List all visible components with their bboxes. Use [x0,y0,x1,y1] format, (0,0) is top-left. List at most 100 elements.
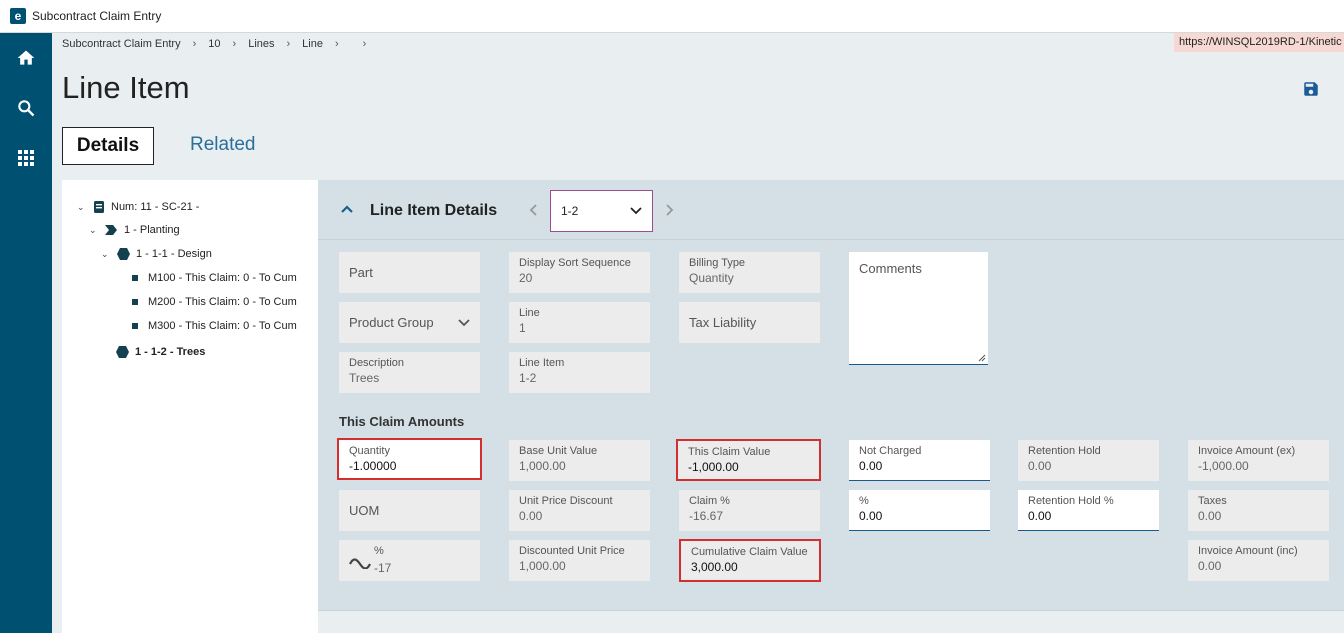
line-item-field[interactable]: Line Item 1-2 [509,352,650,393]
comments-label: Comments [859,261,922,276]
chevron-up-icon[interactable] [340,202,354,216]
breadcrumb-item[interactable]: Line [302,38,323,50]
tree-node[interactable]: ⌄ Num: 11 - SC-21 - [77,200,199,214]
breadcrumb-separator: › [192,38,197,50]
cumulative-claim-value-field[interactable]: Cumulative Claim Value 3,000.00 [679,539,821,582]
tree-node[interactable]: ⌄ 1 - Planting [89,224,180,236]
chevron-down-icon[interactable]: ⌄ [89,225,101,236]
line-field[interactable]: Line 1 [509,302,650,343]
not-charged-value: 0.00 [859,459,883,473]
product-group-dropdown[interactable]: Product Group [339,302,480,343]
invoice-amount-inc-value: 0.00 [1198,559,1222,573]
chevron-down-icon[interactable]: ⌄ [77,202,89,213]
cumulative-claim-value-label: Cumulative Claim Value [691,546,808,558]
unit-price-discount-label: Unit Price Discount [519,495,613,507]
retention-hold-label: Retention Hold [1028,445,1101,457]
this-claim-value-field[interactable]: This Claim Value -1,000.00 [676,439,821,481]
unit-price-discount-value: 0.00 [519,509,543,523]
line-value: 1 [519,321,526,335]
retention-hold-field[interactable]: Retention Hold 0.00 [1018,440,1159,481]
tree-node[interactable]: M300 - This Claim: 0 - To Cum [132,320,318,332]
unit-price-discount-field[interactable]: Unit Price Discount 0.00 [509,490,650,531]
taxes-field[interactable]: Taxes 0.00 [1188,490,1329,531]
approx-percent-field[interactable]: % -17 [339,540,480,581]
chevron-left-icon[interactable] [528,203,540,217]
taxes-value: 0.00 [1198,509,1222,523]
invoice-amount-inc-label: Invoice Amount (inc) [1198,545,1298,557]
retention-hold-percent-value: 0.00 [1028,509,1052,523]
invoice-amount-ex-field[interactable]: Invoice Amount (ex) -1,000.00 [1188,440,1329,481]
hexagon-icon [117,248,130,260]
part-label: Part [349,265,373,280]
claim-percent-field[interactable]: Claim % -16.67 [679,490,820,531]
square-bullet-icon [132,275,138,281]
panel-header: Line Item Details 1-2 [318,180,1344,240]
uom-field[interactable]: UOM [339,490,480,531]
quantity-value: -1.00000 [349,459,397,473]
chevron-right-icon[interactable] [663,203,675,217]
not-charged-label: Not Charged [859,445,922,457]
chevron-tag-icon [105,225,117,235]
tab-details[interactable]: Details [62,127,154,165]
section-title: This Claim Amounts [339,414,465,429]
this-claim-value: -1,000.00 [688,460,739,474]
app-logo-icon: e [10,8,26,24]
retention-hold-value: 0.00 [1028,459,1052,473]
discounted-unit-price-label: Discounted Unit Price [519,545,625,557]
percent-field[interactable]: % 0.00 [849,490,990,531]
chevron-down-icon[interactable]: ⌄ [101,249,113,260]
quantity-field[interactable]: Quantity -1.00000 [337,438,482,480]
line-item-label: Line Item [519,357,565,369]
search-button[interactable] [0,88,52,128]
breadcrumb-item[interactable]: Subcontract Claim Entry [62,38,181,50]
breadcrumb-item[interactable]: Lines [248,38,274,50]
tree-node[interactable]: M200 - This Claim: 0 - To Cum [132,296,318,308]
tree-node-label: Num: 11 - SC-21 - [111,201,200,213]
record-select[interactable]: 1-2 [550,190,653,232]
line-label: Line [519,307,540,319]
base-unit-value: 1,000.00 [519,459,566,473]
tree-node[interactable]: M100 - This Claim: 0 - To Cum [132,272,318,284]
description-field[interactable]: Description Trees [339,352,480,393]
discounted-unit-price-field[interactable]: Discounted Unit Price 1,000.00 [509,540,650,581]
square-bullet-icon [132,299,138,305]
invoice-amount-ex-label: Invoice Amount (ex) [1198,445,1296,457]
tree-node[interactable]: ⌄ 1 - 1-1 - Design [101,248,212,260]
base-unit-value-field[interactable]: Base Unit Value 1,000.00 [509,440,650,481]
this-claim-value-label: This Claim Value [688,446,771,458]
part-field[interactable]: Part [339,252,480,293]
billing-type-field[interactable]: Billing Type Quantity [679,252,820,293]
record-select-value: 1-2 [561,204,579,218]
url-label: https://WINSQL2019RD-1/Kinetic [1174,33,1344,52]
save-button[interactable] [1302,80,1322,100]
description-label: Description [349,357,405,369]
description-value: Trees [349,371,380,385]
tree-node-label: M200 - This Claim: 0 - To Cum [148,296,297,308]
approx-percent-value: -17 [374,561,392,575]
breadcrumb-separator: › [286,38,291,50]
tab-related[interactable]: Related [190,134,256,156]
base-unit-value-label: Base Unit Value [519,445,598,457]
book-icon [94,201,104,213]
apps-button[interactable] [0,138,52,178]
approx-tilde-icon [349,558,371,569]
display-sort-sequence-label: Display Sort Sequence [519,257,631,269]
tree-node-selected[interactable]: 1 - 1-2 - Trees [116,346,205,358]
resize-grip-icon[interactable] [978,354,986,362]
tax-liability-field[interactable]: Tax Liability [679,302,820,343]
percent-value: 0.00 [859,509,883,523]
display-sort-sequence-field[interactable]: Display Sort Sequence 20 [509,252,650,293]
not-charged-field[interactable]: Not Charged 0.00 [849,440,990,481]
retention-hold-percent-field[interactable]: Retention Hold % 0.00 [1018,490,1159,531]
invoice-amount-inc-field[interactable]: Invoice Amount (inc) 0.00 [1188,540,1329,581]
claim-percent-value: -16.67 [689,509,724,523]
tree-node-label: M300 - This Claim: 0 - To Cum [148,320,297,332]
home-button[interactable] [0,38,52,78]
quantity-label: Quantity [349,445,390,457]
search-icon [18,100,35,117]
breadcrumb-item[interactable]: 10 [208,38,220,50]
line-item-details-panel: Line Item Details 1-2 Part Product Group… [318,180,1344,610]
comments-textarea[interactable]: Comments [849,252,988,365]
retention-hold-percent-label: Retention Hold % [1028,495,1114,507]
billing-type-value: Quantity [689,271,734,285]
